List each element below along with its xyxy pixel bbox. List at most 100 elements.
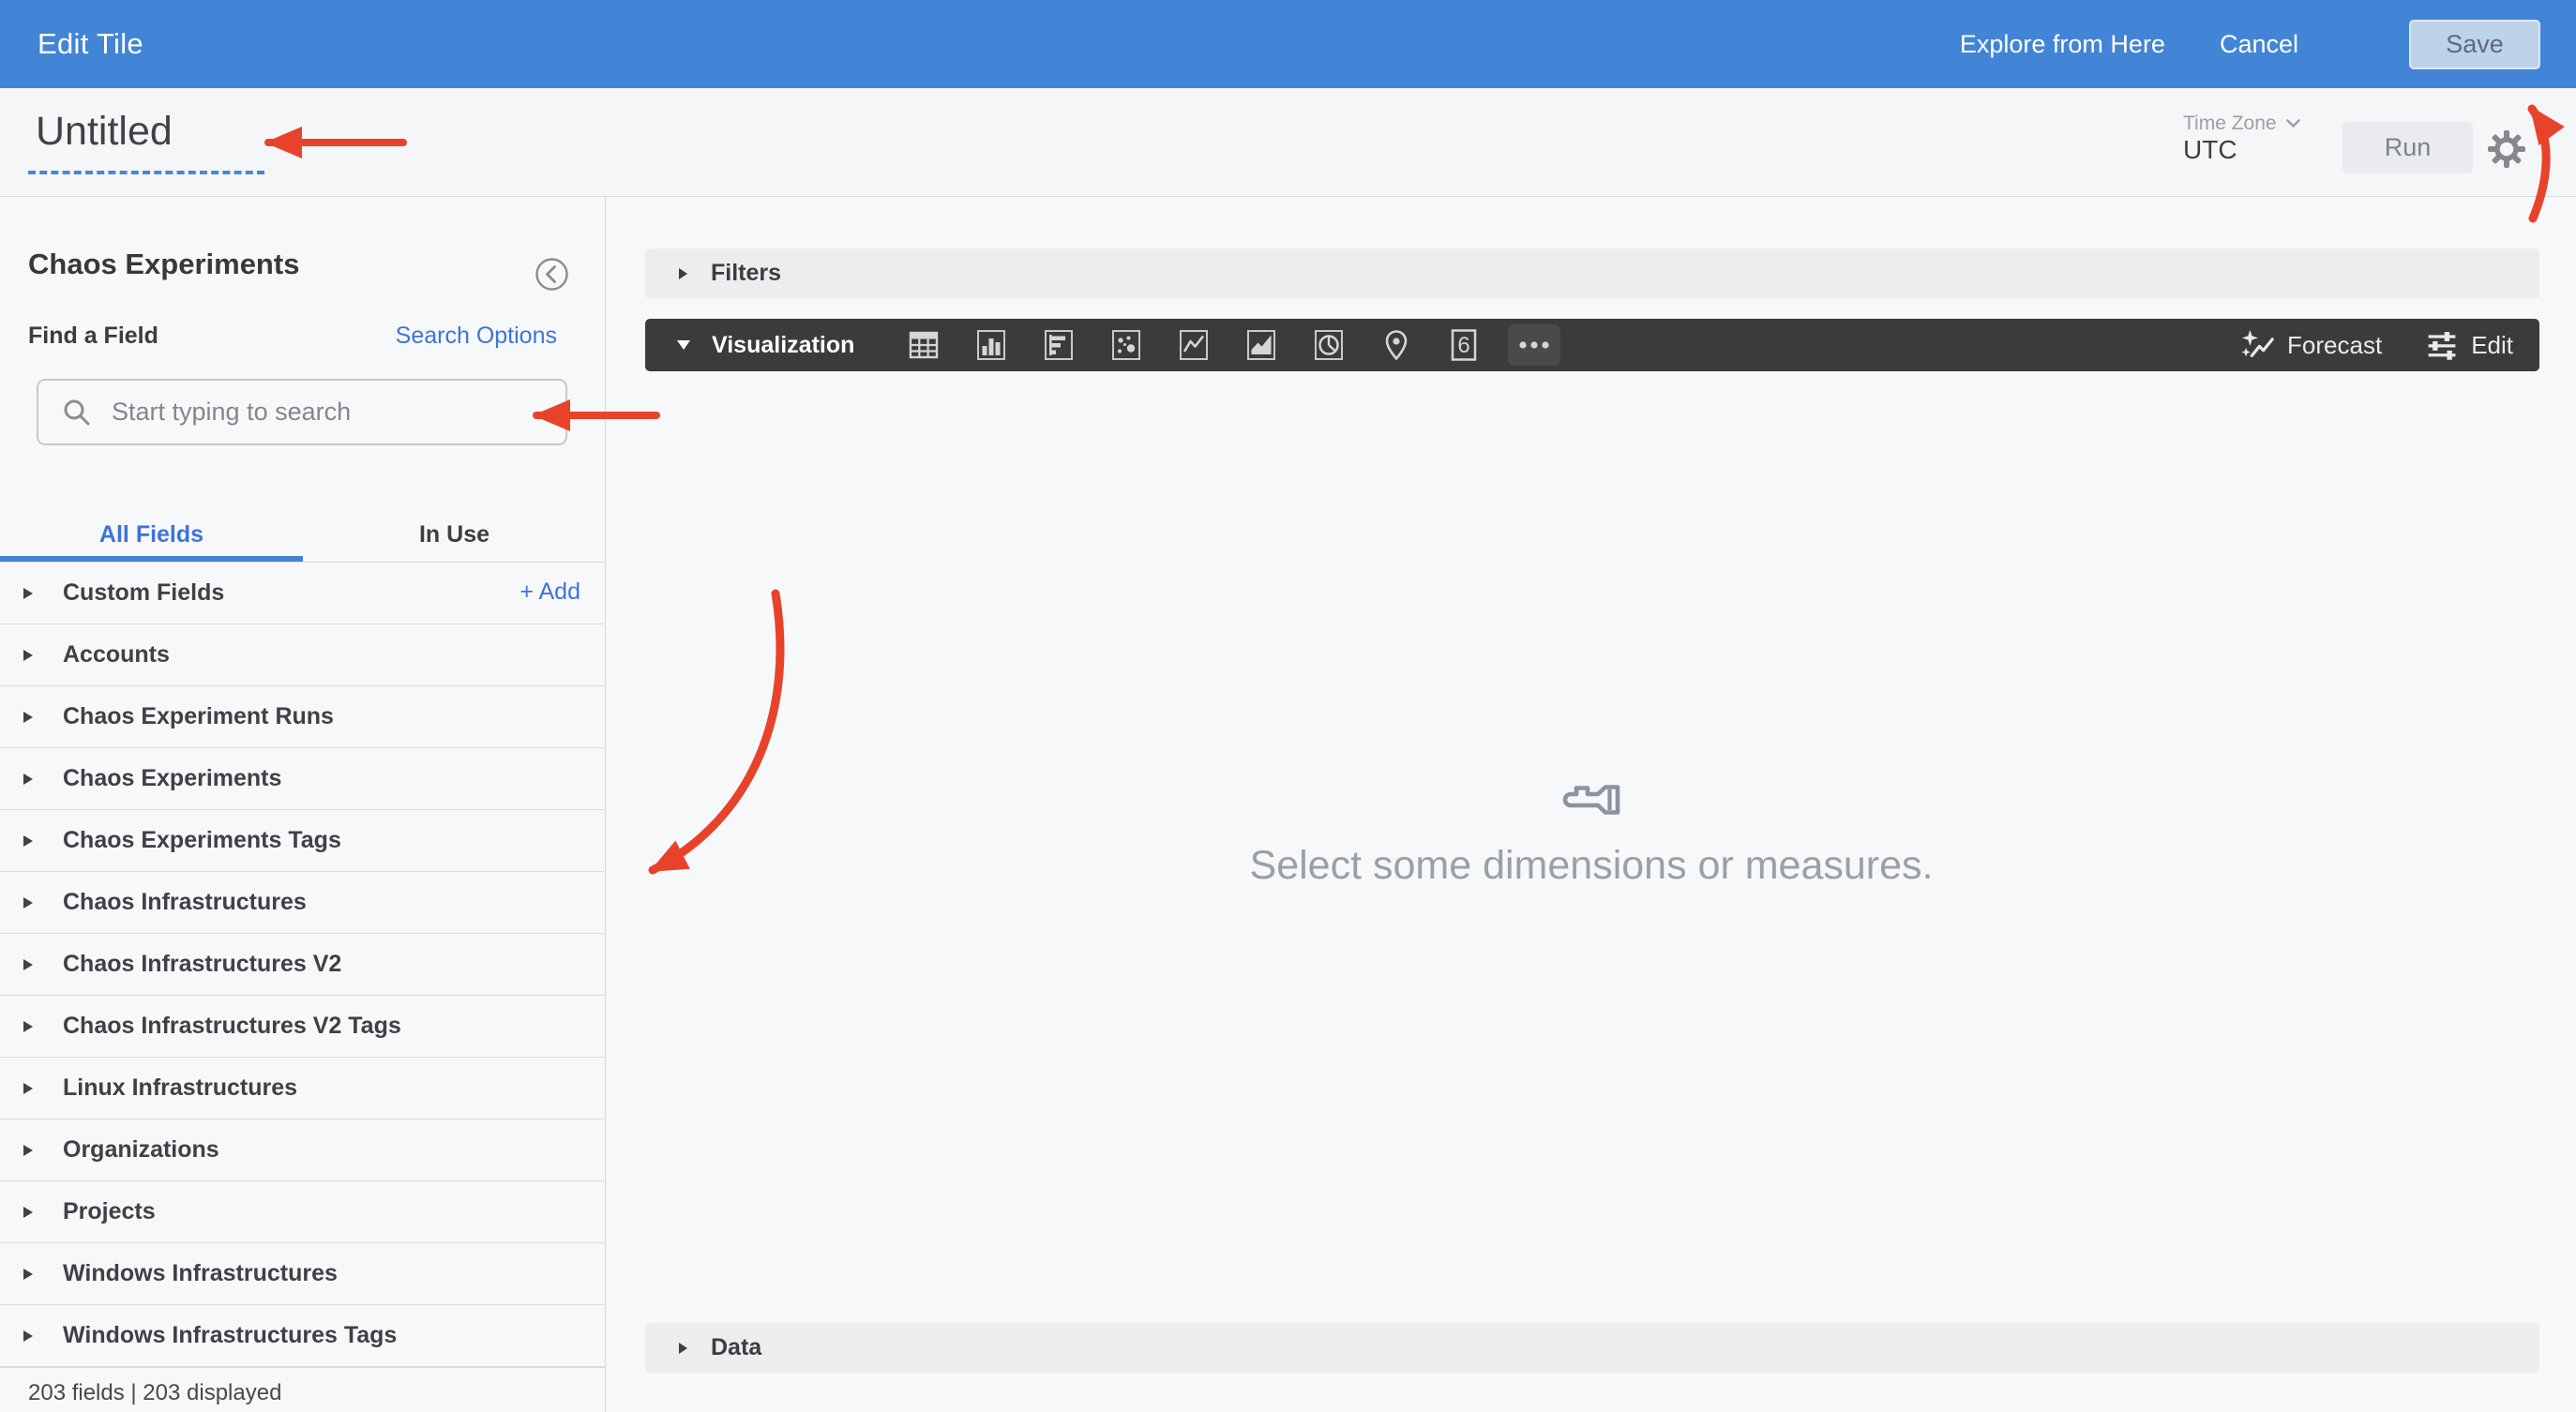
expand-arrow-icon bbox=[23, 896, 33, 909]
field-group-label: Organizations bbox=[63, 1136, 219, 1163]
field-group-row[interactable]: Chaos Experiments bbox=[0, 748, 606, 810]
data-panel-header[interactable]: Data bbox=[645, 1323, 2539, 1373]
expand-arrow-icon bbox=[23, 1082, 33, 1094]
field-group-label: Accounts bbox=[63, 641, 170, 668]
expand-arrow-icon bbox=[23, 1020, 33, 1032]
edit-tile-window: Edit Tile Explore from Here Cancel Save … bbox=[0, 0, 2576, 1412]
add-custom-field-link[interactable]: + Add bbox=[520, 578, 580, 606]
search-input[interactable] bbox=[110, 397, 513, 428]
field-group-label: Linux Infrastructures bbox=[63, 1074, 298, 1101]
fields-count-status: 203 fields | 203 displayed bbox=[0, 1367, 605, 1412]
field-search-box[interactable] bbox=[37, 379, 567, 445]
visualization-label: Visualization bbox=[712, 331, 855, 358]
field-group-row[interactable]: Linux Infrastructures bbox=[0, 1058, 606, 1119]
svg-text:6: 6 bbox=[1457, 333, 1469, 358]
field-group-row[interactable]: Accounts bbox=[0, 624, 606, 686]
filters-label: Filters bbox=[711, 260, 782, 286]
viz-actions: Forecast Edit bbox=[2239, 319, 2513, 371]
expand-arrow-icon bbox=[23, 958, 33, 970]
explore-from-here-button[interactable]: Explore from Here bbox=[1960, 30, 2165, 59]
chevron-down-icon bbox=[2285, 119, 2300, 128]
query-header: Untitled Time Zone UTC Run bbox=[0, 88, 2576, 197]
expand-arrow-icon bbox=[23, 587, 33, 599]
single-value-icon[interactable]: 6 bbox=[1440, 324, 1487, 366]
field-group-label: Windows Infrastructures bbox=[63, 1260, 338, 1286]
forecast-sparkle-icon bbox=[2241, 329, 2274, 358]
run-button[interactable]: Run bbox=[2343, 122, 2473, 173]
tile-title-dashed-underline bbox=[28, 171, 264, 174]
expand-arrow-icon bbox=[23, 649, 33, 661]
field-group-label: Chaos Experiments Tags bbox=[63, 827, 341, 853]
save-button[interactable]: Save bbox=[2409, 19, 2540, 69]
tab-all-fields[interactable]: All Fields bbox=[0, 506, 303, 562]
expand-arrow-icon bbox=[23, 1268, 33, 1280]
filters-panel-header[interactable]: Filters bbox=[645, 248, 2539, 298]
field-group-list: Custom Fields + Add Accounts Chaos Exper… bbox=[0, 563, 606, 1367]
timezone-label: Time Zone bbox=[2183, 113, 2277, 134]
search-icon bbox=[64, 399, 90, 425]
top-bar: Edit Tile Explore from Here Cancel Save bbox=[0, 0, 2576, 88]
field-group-label: Windows Infrastructures Tags bbox=[63, 1322, 398, 1348]
field-group-label: Chaos Infrastructures V2 Tags bbox=[63, 1013, 401, 1039]
field-group-row[interactable]: Organizations bbox=[0, 1119, 606, 1181]
field-group-row[interactable]: Chaos Infrastructures V2 Tags bbox=[0, 996, 606, 1058]
field-group-label: Chaos Infrastructures bbox=[63, 889, 307, 915]
collapse-sidebar-icon[interactable] bbox=[535, 257, 569, 292]
timezone-value: UTC bbox=[2183, 135, 2237, 164]
field-group-row[interactable]: Windows Infrastructures bbox=[0, 1243, 606, 1305]
window-title: Edit Tile bbox=[38, 27, 143, 60]
field-group-row[interactable]: Chaos Experiment Runs bbox=[0, 686, 606, 748]
edit-label: Edit bbox=[2471, 330, 2513, 359]
table-icon[interactable] bbox=[900, 324, 947, 366]
timezone-dropdown[interactable]: Time Zone bbox=[2183, 113, 2300, 135]
tile-title-input[interactable]: Untitled bbox=[36, 109, 173, 155]
pie-chart-icon[interactable] bbox=[1305, 324, 1352, 366]
data-label: Data bbox=[711, 1334, 762, 1360]
collapse-arrow-icon[interactable] bbox=[677, 340, 690, 350]
map-pin-icon[interactable] bbox=[1373, 324, 1420, 366]
expand-arrow-icon bbox=[679, 267, 687, 279]
top-bar-actions: Explore from Here Cancel Save bbox=[1960, 19, 2540, 69]
search-options-link[interactable]: Search Options bbox=[396, 323, 557, 350]
more-icon[interactable] bbox=[1508, 324, 1560, 366]
expand-arrow-icon bbox=[23, 711, 33, 723]
field-group-label: Chaos Experiment Runs bbox=[63, 703, 334, 729]
expand-arrow-icon bbox=[23, 1144, 33, 1156]
tab-in-use[interactable]: In Use bbox=[303, 506, 606, 562]
find-a-field-label: Find a Field bbox=[28, 323, 158, 349]
explore-title: Chaos Experiments bbox=[28, 248, 300, 280]
flashlight-icon bbox=[1560, 784, 1622, 820]
field-group-label: Custom Fields bbox=[63, 579, 225, 606]
forecast-button[interactable]: Forecast bbox=[2239, 327, 2382, 363]
edit-viz-button[interactable]: Edit bbox=[2425, 328, 2513, 362]
visualization-panel-header: Visualization 6 Forecast Edit bbox=[645, 319, 2539, 371]
expand-arrow-icon bbox=[23, 1329, 33, 1342]
field-group-label: Projects bbox=[63, 1198, 156, 1224]
expand-arrow-icon bbox=[23, 1206, 33, 1218]
forecast-label: Forecast bbox=[2287, 330, 2383, 359]
field-group-label: Chaos Infrastructures V2 bbox=[63, 951, 342, 977]
field-group-row[interactable]: Chaos Infrastructures V2 bbox=[0, 934, 606, 996]
expand-arrow-icon bbox=[23, 834, 33, 847]
gear-icon[interactable] bbox=[2487, 129, 2526, 169]
bar-chart-icon[interactable] bbox=[1035, 324, 1082, 366]
field-picker-sidebar: Chaos Experiments Find a Field Search Op… bbox=[0, 197, 606, 1412]
field-group-row[interactable]: Chaos Infrastructures bbox=[0, 872, 606, 934]
field-group-row[interactable]: Windows Infrastructures Tags bbox=[0, 1305, 606, 1367]
empty-state-message: Select some dimensions or measures. bbox=[1249, 843, 1934, 888]
cancel-button[interactable]: Cancel bbox=[2220, 30, 2298, 59]
sidebar-tabs: All Fields In Use bbox=[0, 506, 606, 563]
expand-arrow-icon bbox=[23, 773, 33, 785]
expand-arrow-icon bbox=[679, 1342, 687, 1354]
viz-type-toolbar: 6 bbox=[900, 319, 1560, 371]
field-group-row[interactable]: Chaos Experiments Tags bbox=[0, 810, 606, 872]
sliders-icon bbox=[2428, 332, 2456, 360]
field-group-row[interactable]: Custom Fields + Add bbox=[0, 563, 606, 624]
field-group-label: Chaos Experiments bbox=[63, 765, 282, 791]
column-chart-icon[interactable] bbox=[968, 324, 1015, 366]
field-group-row[interactable]: Projects bbox=[0, 1181, 606, 1243]
line-chart-icon[interactable] bbox=[1170, 324, 1217, 366]
viz-empty-state: Select some dimensions or measures. bbox=[607, 784, 2576, 889]
scatter-chart-icon[interactable] bbox=[1103, 324, 1150, 366]
area-chart-icon[interactable] bbox=[1238, 324, 1285, 366]
